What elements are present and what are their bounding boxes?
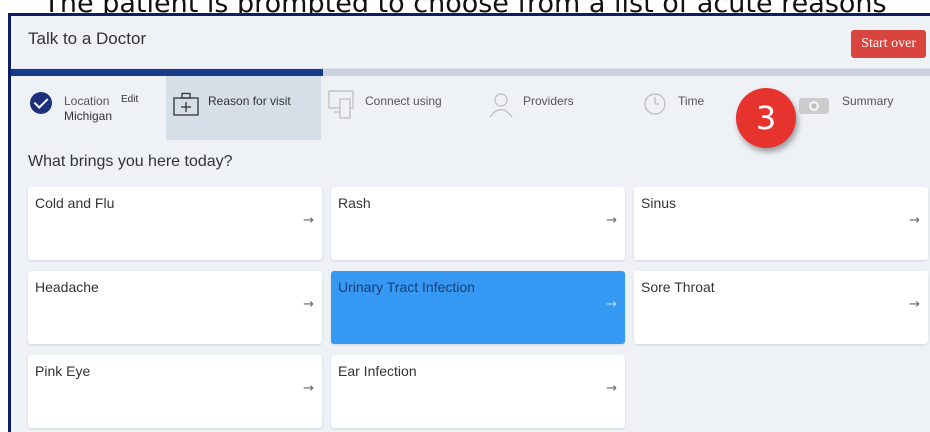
reason-card-rash[interactable]: Rash → bbox=[331, 187, 625, 260]
check-circle-icon bbox=[30, 92, 52, 114]
reason-card-sore-throat[interactable]: Sore Throat → bbox=[634, 271, 928, 344]
devices-icon bbox=[328, 90, 356, 125]
step-location-label: Location bbox=[64, 94, 110, 108]
arrow-right-icon: → bbox=[909, 297, 920, 312]
reason-card-headache[interactable]: Headache → bbox=[28, 271, 322, 344]
step-connect-label: Connect using bbox=[365, 94, 442, 108]
reason-card-label: Rash bbox=[338, 195, 371, 211]
step-connect-using[interactable]: Connect using bbox=[321, 76, 481, 140]
app-window: Talk to a Doctor Start over Location Edi… bbox=[8, 13, 930, 432]
step-summary[interactable]: Summary bbox=[786, 76, 930, 140]
step-reason-for-visit[interactable]: Reason for visit bbox=[166, 76, 321, 140]
step-time-label: Time bbox=[678, 94, 705, 108]
reason-card-label: Headache bbox=[35, 279, 99, 295]
page-title: Talk to a Doctor bbox=[28, 29, 147, 48]
step-location[interactable]: Location Edit Michigan bbox=[11, 76, 166, 140]
arrow-right-icon: → bbox=[303, 381, 314, 396]
arrow-right-icon: → bbox=[606, 381, 617, 396]
arrow-right-icon: → bbox=[303, 213, 314, 228]
step-providers[interactable]: Providers bbox=[481, 76, 636, 140]
step-summary-label: Summary bbox=[842, 94, 894, 108]
arrow-right-icon: → bbox=[303, 297, 314, 312]
reason-card-label: Sore Throat bbox=[641, 279, 715, 295]
location-value: Michigan bbox=[64, 109, 113, 123]
progress-bar bbox=[11, 69, 930, 76]
step-number-badge: 3 bbox=[736, 88, 796, 148]
reason-card-urinary-tract-infection[interactable]: Urinary Tract Infection → bbox=[331, 271, 625, 344]
camera-icon bbox=[798, 94, 830, 121]
reason-card-ear-infection[interactable]: Ear Infection → bbox=[331, 355, 625, 428]
reason-card-label: Pink Eye bbox=[35, 363, 91, 379]
clock-icon bbox=[643, 92, 667, 121]
reason-card-pink-eye[interactable]: Pink Eye → bbox=[28, 355, 322, 428]
reason-card-cold-and-flu[interactable]: Cold and Flu → bbox=[28, 187, 322, 260]
reason-card-label: Ear Infection bbox=[338, 363, 417, 379]
app-header: Talk to a Doctor Start over bbox=[11, 16, 930, 69]
reason-question: What brings you here today? bbox=[28, 153, 233, 170]
edit-location-link[interactable]: Edit bbox=[121, 94, 138, 105]
step-providers-label: Providers bbox=[523, 94, 574, 108]
start-over-button[interactable]: Start over bbox=[851, 30, 926, 58]
progress-fill bbox=[11, 69, 324, 76]
medical-kit-icon bbox=[173, 92, 199, 121]
reason-card-label: Urinary Tract Infection bbox=[338, 279, 475, 295]
reason-card-sinus[interactable]: Sinus → bbox=[634, 187, 928, 260]
step-reason-label: Reason for visit bbox=[208, 94, 291, 108]
reason-card-label: Cold and Flu bbox=[35, 195, 115, 211]
arrow-right-icon: → bbox=[606, 297, 617, 312]
arrow-right-icon: → bbox=[909, 213, 920, 228]
arrow-right-icon: → bbox=[606, 213, 617, 228]
reason-card-label: Sinus bbox=[641, 195, 677, 211]
person-icon bbox=[488, 92, 514, 123]
